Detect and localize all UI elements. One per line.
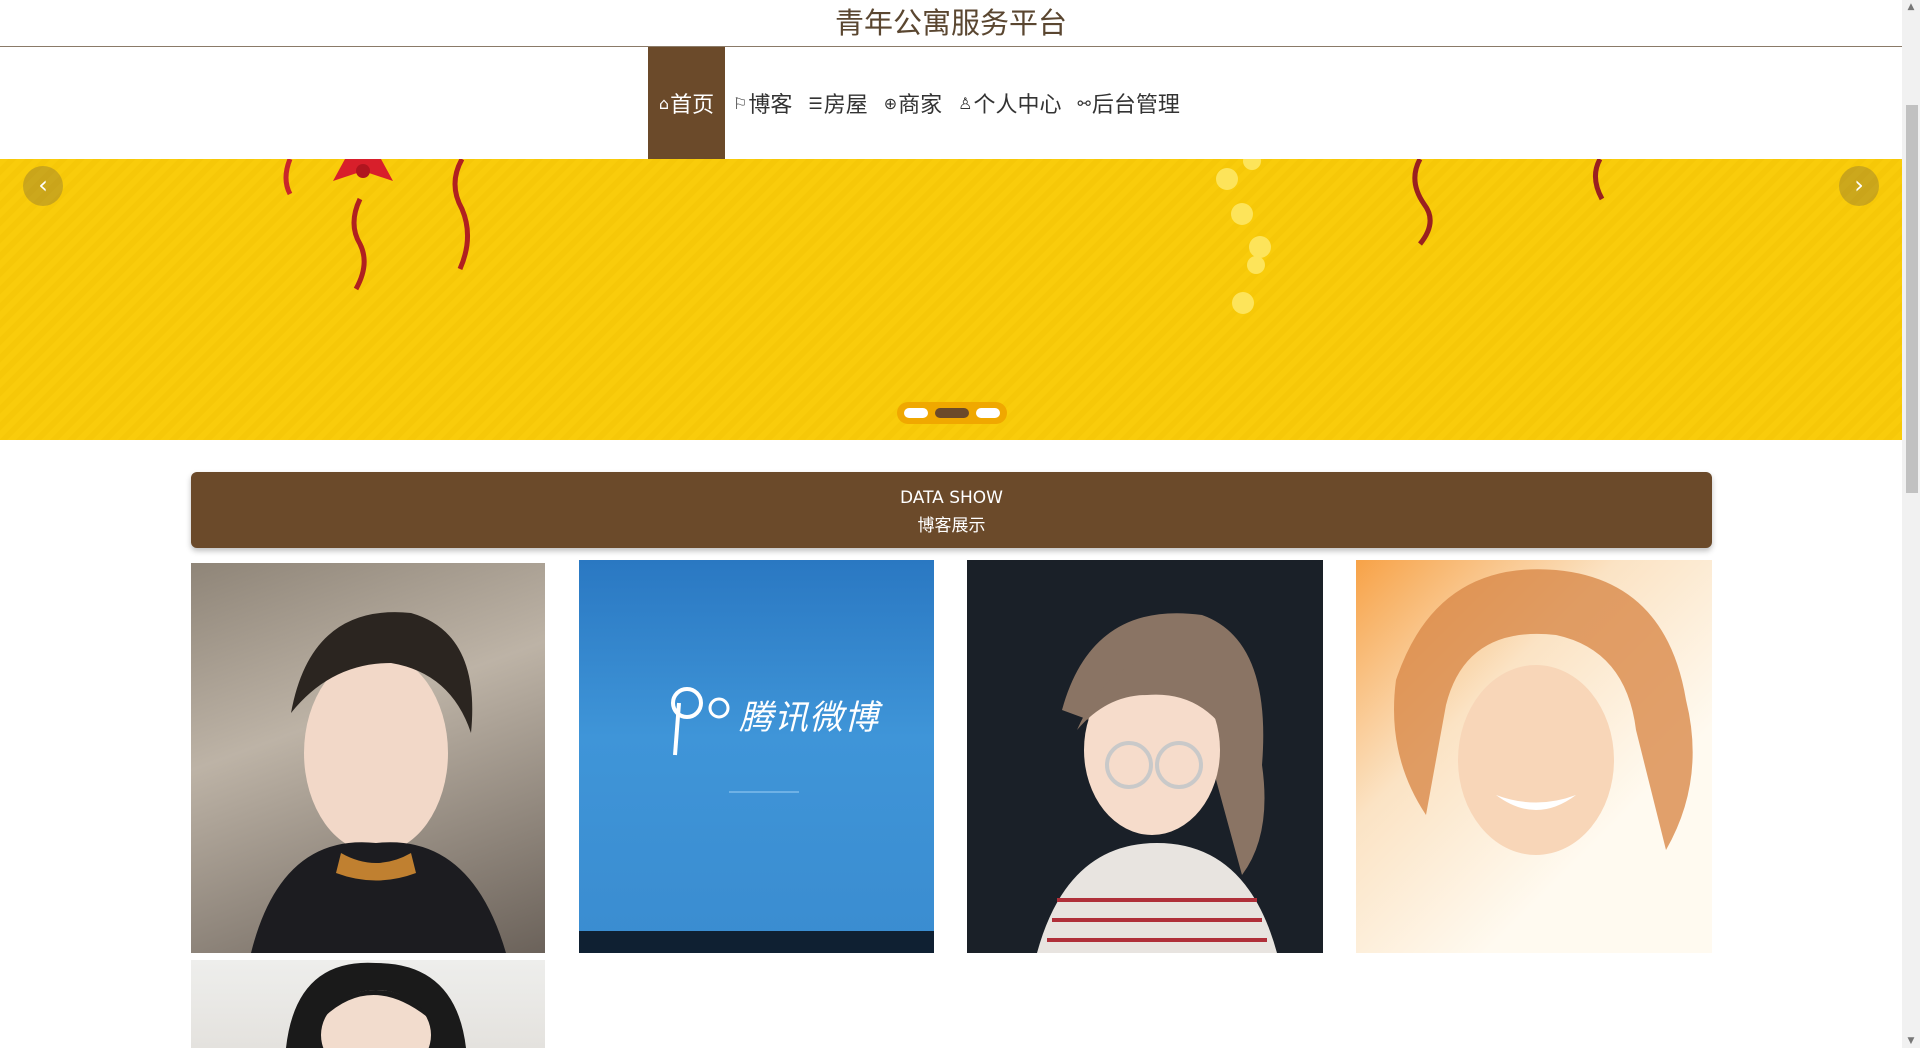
nav-item-label: 博客 <box>748 93 793 118</box>
blog-card-image[interactable] <box>1356 560 1712 953</box>
scroll-down-arrow-icon[interactable]: ▼ <box>1906 1036 1916 1046</box>
flag-icon: ⚐ <box>733 93 748 113</box>
carousel-dot-2[interactable] <box>935 408 969 418</box>
carousel-prev-button[interactable]: ‹ <box>23 166 63 206</box>
nav-item-admin[interactable]: ⚯ 后台管理 <box>1070 47 1188 159</box>
sliders-icon: ☰ <box>808 93 823 113</box>
smiling-girl-image <box>1394 569 1693 855</box>
carousel-dot-3[interactable] <box>976 408 1000 418</box>
tencent-weibo-logo-image <box>671 687 799 793</box>
nav-item-home[interactable]: ⌂ 首页 <box>648 47 725 159</box>
blog-card-image[interactable]: 腾讯微博 <box>579 560 934 953</box>
section-title-zh: 博客展示 <box>917 516 986 536</box>
scroll-up-arrow-icon[interactable]: ▲ <box>1906 2 1916 12</box>
blog-card-image[interactable] <box>191 960 545 1048</box>
banner-decoration <box>283 159 1605 314</box>
banner-carousel: ‹ › <box>0 159 1902 440</box>
section-header: DATA SHOW 博客展示 <box>191 472 1712 548</box>
nav-item-label: 后台管理 <box>1091 93 1180 118</box>
section-title-en: DATA SHOW <box>900 488 1003 508</box>
scroll-thumb[interactable] <box>1906 105 1918 493</box>
page-scrollbar[interactable]: ▲ ▼ <box>1902 0 1920 1048</box>
link-icon: ⚯ <box>1077 93 1091 113</box>
blog-card-image[interactable] <box>967 560 1323 953</box>
blog-card-image[interactable] <box>191 563 545 953</box>
carousel-pagination <box>897 402 1007 424</box>
globe-icon: ⊕ <box>883 93 898 113</box>
nav-item-label: 个人中心 <box>973 93 1062 118</box>
cartoon-girl-image <box>1037 613 1277 953</box>
site-title: 青年公寓服务平台 <box>0 0 1902 47</box>
nav-item-merchant[interactable]: ⊕ 商家 <box>876 47 950 159</box>
weibo-brand-text: 腾讯微博 <box>739 698 879 738</box>
nav-item-label: 商家 <box>898 93 943 118</box>
user-icon: ♙ <box>958 93 973 113</box>
nav-item-house[interactable]: ☰ 房屋 <box>800 47 875 159</box>
nav-item-label: 首页 <box>670 93 715 118</box>
carousel-next-button[interactable]: › <box>1839 166 1879 206</box>
main-nav: ⌂ 首页 ⚐ 博客 ☰ 房屋 ⊕ 商家 ♙ 个人中心 ⚯ 后台管理 <box>0 47 1902 159</box>
portrait-photo-2-image <box>286 962 466 1048</box>
nav-item-label: 房屋 <box>823 93 868 118</box>
portrait-photo-image <box>251 612 506 953</box>
device-status-bar <box>579 931 934 953</box>
home-icon: ⌂ <box>658 93 670 113</box>
page-viewport: 青年公寓服务平台 ⌂ 首页 ⚐ 博客 ☰ 房屋 ⊕ 商家 ♙ 个人中心 ⚯ 后台… <box>0 0 1902 1048</box>
carousel-dot-1[interactable] <box>904 408 928 418</box>
nav-item-blog[interactable]: ⚐ 博客 <box>725 47 800 159</box>
nav-item-profile[interactable]: ♙ 个人中心 <box>950 47 1069 159</box>
